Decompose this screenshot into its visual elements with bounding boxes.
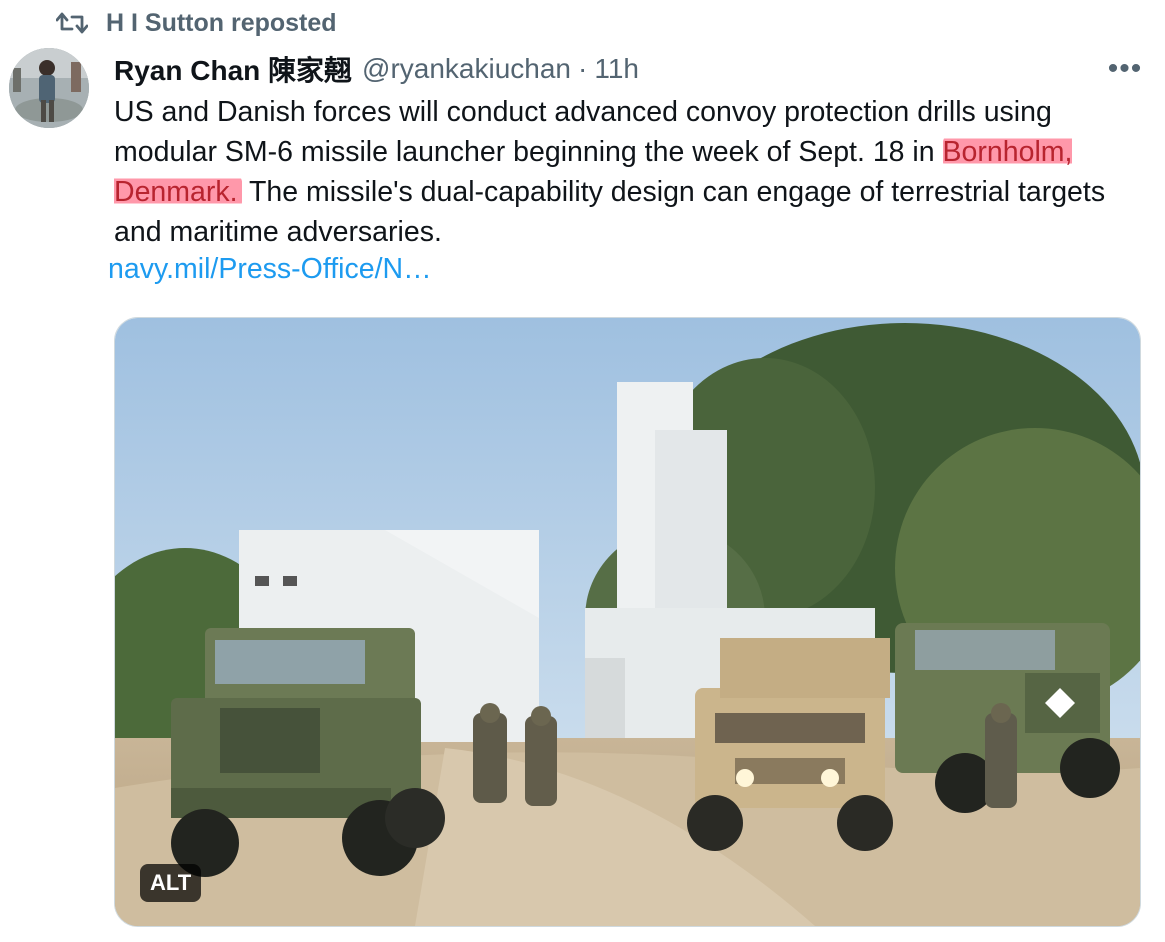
repost-indicator[interactable]: H I Sutton reposted xyxy=(56,8,337,38)
avatar[interactable] xyxy=(9,48,89,128)
military-convoy-photo xyxy=(115,318,1140,926)
post-header: Ryan Chan 陳家翹 @ryankakiuchan · 11h ••• xyxy=(114,50,1154,88)
post-timestamp[interactable]: 11h xyxy=(594,53,639,85)
header-separator: · xyxy=(578,53,588,84)
post-text-part1: US and Danish forces will conduct advanc… xyxy=(114,96,1052,168)
repost-label: H I Sutton reposted xyxy=(106,8,337,37)
post-media[interactable]: ALT xyxy=(114,317,1141,927)
alt-text-badge[interactable]: ALT xyxy=(140,864,202,902)
repost-icon xyxy=(56,10,88,36)
post-text-part2: The missile's dual-capability design can… xyxy=(114,176,1106,248)
post-text: US and Danish forces will conduct advanc… xyxy=(114,92,1149,252)
more-icon[interactable]: ••• xyxy=(1105,50,1145,88)
author-handle[interactable]: @ryankakiuchan xyxy=(362,53,571,85)
post-link[interactable]: navy.mil/Press-Office/N… xyxy=(108,253,432,286)
author-display-name[interactable]: Ryan Chan 陳家翹 xyxy=(114,49,352,89)
